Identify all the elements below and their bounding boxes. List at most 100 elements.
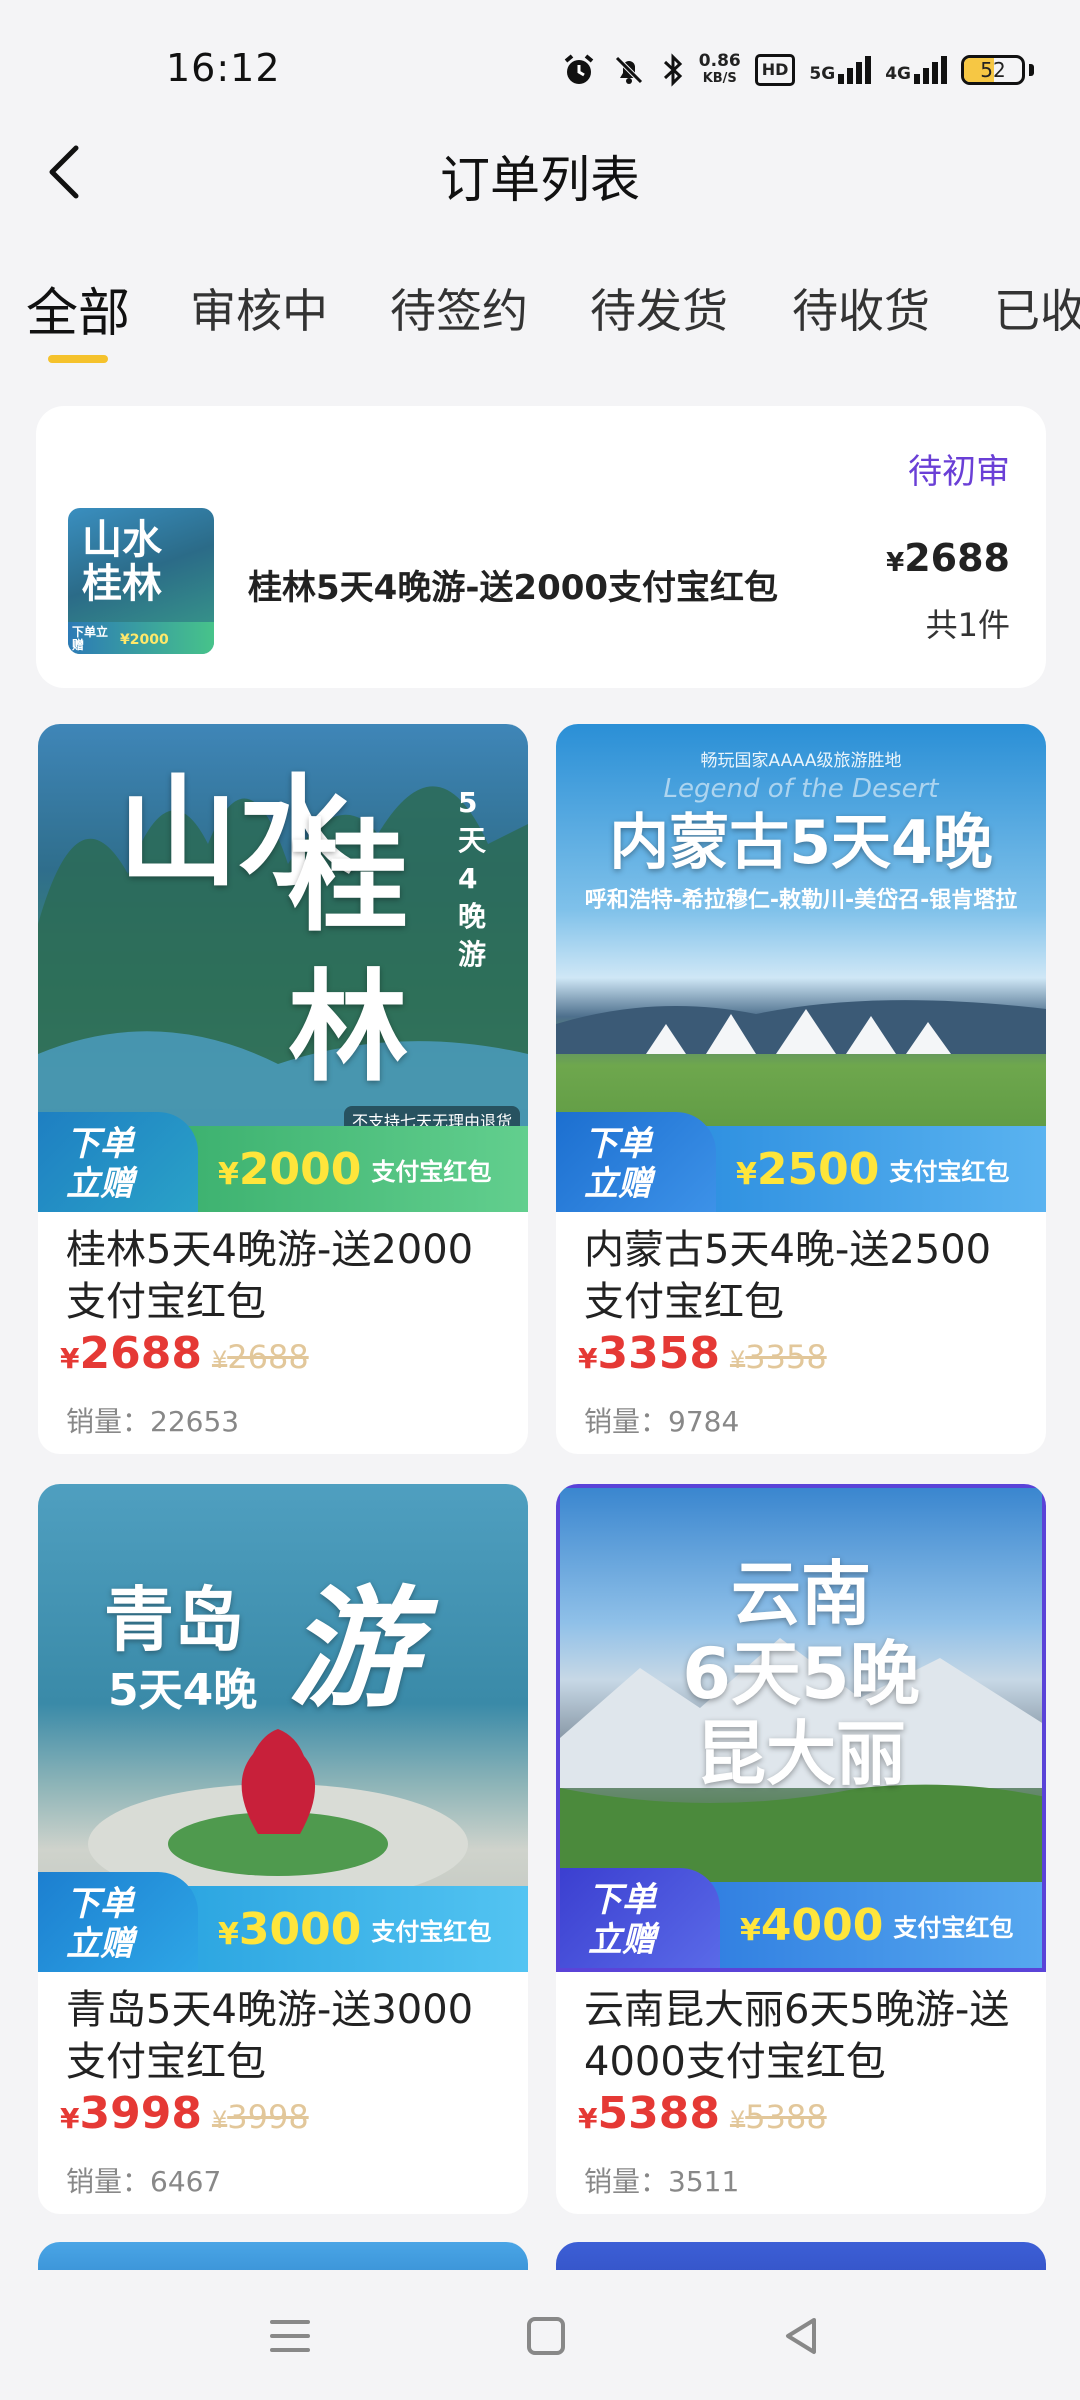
product-card[interactable]: 畅玩国家AAAA级旅游胜地 内蒙古5天4晚 Legend of the Dese…	[556, 724, 1046, 1454]
original-price-value: 2688	[227, 1338, 309, 1376]
product-price: ¥5388	[578, 2088, 720, 2139]
battery-tip	[1029, 64, 1034, 76]
currency-symbol: ¥	[211, 2106, 228, 2134]
tab-to-receive[interactable]: 待收货	[792, 275, 930, 341]
image-subtitle: 5天4晚	[108, 1665, 258, 1716]
image-title-a: 青岛	[104, 1579, 244, 1661]
promo-text: 支付宝红包	[371, 1157, 492, 1186]
image-title-b: 游	[288, 1573, 419, 1725]
currency-symbol: ¥	[729, 1346, 746, 1374]
order-price-value: 2688	[904, 536, 1010, 580]
order-status-badge: 待初审	[908, 452, 1010, 492]
tab-indicator	[48, 355, 108, 363]
sales-count: 销量：22653	[66, 1405, 240, 1438]
product-card[interactable]: 青岛 游 5天4晚 ¥3000 支付宝红包 下单立赠 青岛5天4晚游-送3000…	[38, 1484, 528, 2214]
product-name: 青岛5天4晚游-送3000支付宝红包	[66, 1987, 474, 2085]
original-price-value: 3358	[745, 1338, 827, 1376]
currency-symbol: ¥	[211, 1346, 228, 1374]
alarm-icon	[561, 50, 597, 90]
net-speed-unit: KB/S	[702, 71, 737, 86]
tab-to-sign[interactable]: 待签约	[390, 275, 528, 341]
product-price-value: 2688	[79, 1328, 202, 1379]
image-title-a: 内蒙古5天4晚	[609, 808, 993, 878]
gift-tag: 下单立赠	[560, 1868, 720, 1968]
promo-text: 支付宝红包	[893, 1913, 1014, 1942]
gift-tag: 下单立赠	[556, 1112, 716, 1212]
product-price-value: 3998	[79, 2088, 202, 2139]
currency-symbol: ¥	[729, 2106, 746, 2134]
product-name: 桂林5天4晚游-送2000支付宝红包	[66, 1227, 474, 1325]
menu-button[interactable]	[262, 2308, 318, 2364]
gift-tag-label: 下单立赠	[588, 1880, 656, 1960]
currency-symbol: ¥	[578, 2102, 598, 2135]
promo-banner: ¥3000 支付宝红包 下单立赠	[38, 1872, 528, 1972]
promo-amount: ¥2000	[218, 1144, 361, 1195]
tab-all[interactable]: 全部	[26, 271, 130, 346]
currency-symbol: ¥	[218, 1916, 239, 1952]
product-image: 畅玩国家AAAA级旅游胜地 内蒙古5天4晚 Legend of the Dese…	[556, 724, 1046, 1212]
hd-badge: HD	[754, 54, 796, 86]
mute-bell-icon	[611, 50, 647, 90]
product-price: ¥3998	[60, 2088, 202, 2139]
image-top-text: 畅玩国家AAAA级旅游胜地	[700, 751, 902, 771]
promo-amount-value: 4000	[760, 1899, 884, 1951]
net-speed: 0.86 KB/S	[699, 52, 741, 88]
system-nav-bar	[0, 2270, 1080, 2400]
home-square-icon	[527, 2317, 565, 2355]
promo-amount: ¥4000	[740, 1900, 883, 1951]
order-price: ¥2688	[886, 536, 1010, 580]
original-price-value: 5388	[745, 2098, 827, 2136]
image-subtitle: 昆大丽	[696, 1713, 906, 1795]
currency-symbol: ¥	[60, 2102, 80, 2135]
promo-amount: ¥3000	[218, 1904, 361, 1955]
promo-band: ¥4000 支付宝红包	[690, 1882, 1042, 1968]
promo-amount-value: 3000	[238, 1903, 362, 1955]
nav-back-button[interactable]	[774, 2308, 830, 2364]
signal-4g: 4G	[885, 56, 947, 84]
promo-band: ¥2000 支付宝红包	[168, 1126, 528, 1212]
sales-count: 销量：3511	[584, 2165, 740, 2198]
sales-count: 销量：9784	[584, 1405, 740, 1438]
product-image: 青岛 游 5天4晚 ¥3000 支付宝红包 下单立赠	[38, 1484, 528, 1972]
currency-symbol: ¥	[60, 1342, 80, 1375]
signal-5g: 5G	[809, 56, 872, 84]
tab-received[interactable]: 已收	[994, 275, 1080, 341]
order-item-count: 共1件	[925, 606, 1010, 644]
product-price-value: 3358	[597, 1328, 720, 1379]
thumb-gift-label: 下单立赠	[72, 625, 109, 652]
original-price: ¥3998	[212, 2098, 309, 2136]
product-price: ¥2688	[60, 1328, 202, 1379]
product-image: 云南 6天5晚 昆大丽 ¥4000 支付宝红包 下单立赠	[556, 1484, 1046, 1972]
order-product-name: 桂林5天4晚游-送2000支付宝红包	[248, 568, 779, 608]
image-title-b: 桂林	[288, 809, 408, 1098]
order-thumbnail: 山水桂林 下单立赠 ¥2000	[68, 508, 214, 654]
gift-tag-label: 下单立赠	[584, 1124, 652, 1204]
promo-banner: ¥4000 支付宝红包 下单立赠	[560, 1868, 1042, 1968]
signal-5g-label: 5G	[809, 64, 836, 84]
image-subtitle: 呼和浩特-希拉穆仁-敕勒川-美岱召-银肯塔拉	[584, 888, 1018, 913]
promo-amount-value: 2500	[756, 1143, 880, 1195]
sales-count: 销量：6467	[66, 2165, 222, 2198]
signal-4g-label: 4G	[885, 64, 911, 84]
gift-tag-label: 下单立赠	[66, 1884, 134, 1964]
currency-symbol: ¥	[578, 1342, 598, 1375]
currency-symbol: ¥	[886, 548, 905, 578]
price-row: ¥3358 ¥3358	[578, 1328, 827, 1379]
promo-text: 支付宝红包	[889, 1157, 1010, 1186]
tab-reviewing[interactable]: 审核中	[190, 275, 328, 341]
price-row: ¥5388 ¥5388	[578, 2088, 827, 2139]
home-button[interactable]	[518, 2308, 574, 2364]
status-icons: 0.86 KB/S HD 5G 4G 52	[561, 48, 1034, 92]
bluetooth-icon	[661, 50, 685, 90]
order-card[interactable]: 待初审 山水桂林 下单立赠 ¥2000 桂林5天4晚游-送2000支付宝红包 ¥…	[36, 406, 1046, 688]
product-card[interactable]: 云南 6天5晚 昆大丽 ¥4000 支付宝红包 下单立赠 云南昆大丽6天5晚游-…	[556, 1484, 1046, 2214]
product-price-value: 5388	[597, 2088, 720, 2139]
page-title: 订单列表	[440, 151, 640, 209]
tab-to-ship[interactable]: 待发货	[590, 275, 728, 341]
original-price: ¥3358	[730, 1338, 827, 1376]
currency-symbol: ¥	[740, 1912, 761, 1948]
image-side-text: 5天4晚游	[458, 786, 487, 971]
product-card[interactable]: 山水 桂林 5天4晚游 不支持七天无理由退货 ¥2000 支付宝红包 下单立赠 …	[38, 724, 528, 1454]
promo-text: 支付宝红包	[371, 1917, 492, 1946]
currency-symbol: ¥	[736, 1156, 757, 1192]
